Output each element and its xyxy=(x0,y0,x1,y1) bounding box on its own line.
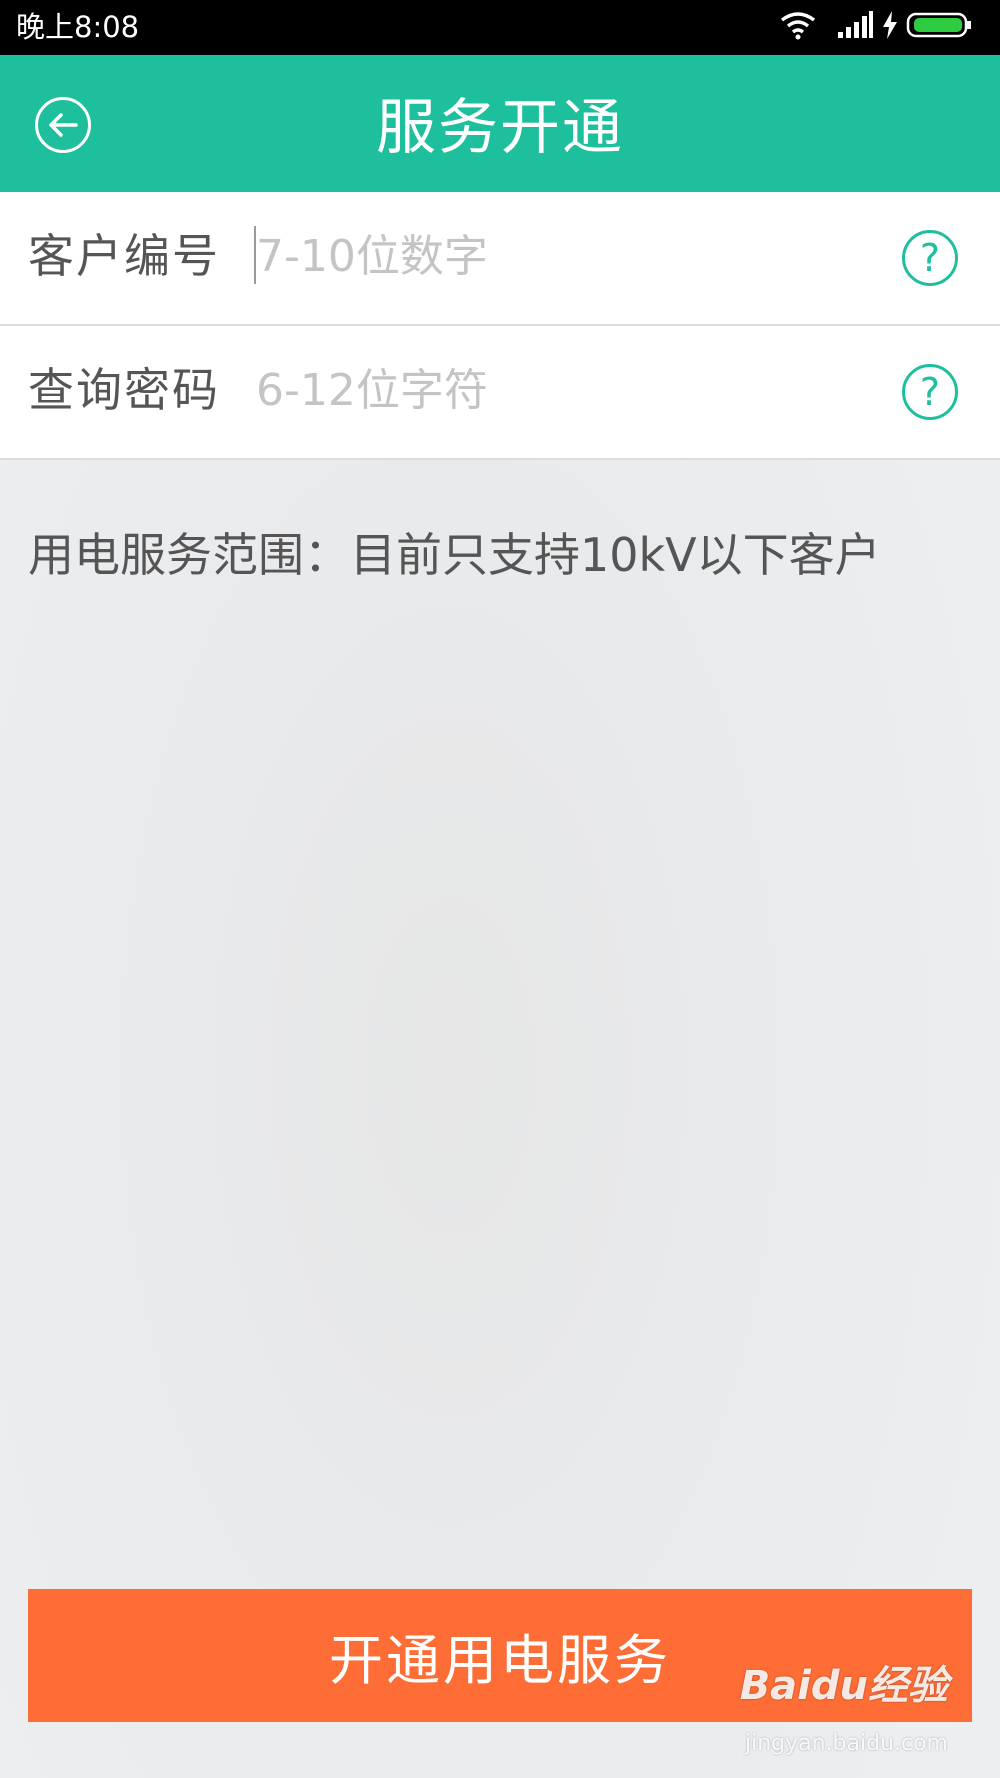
customer-number-label: 客户编号 xyxy=(28,229,220,283)
help-icon[interactable]: ? xyxy=(902,364,958,420)
wifi-icon xyxy=(780,12,816,40)
status-bar: 晚上8:08 xyxy=(0,0,1000,55)
watermark-logo: Baidu经验 xyxy=(739,1663,948,1709)
watermark-url: jingyan.baidu.com xyxy=(744,1731,948,1756)
signal-icon xyxy=(838,11,873,38)
query-password-label: 查询密码 xyxy=(28,363,220,417)
customer-number-row: 客户编号 ? xyxy=(0,192,1000,326)
query-password-row: 查询密码 ? xyxy=(0,326,1000,460)
query-password-input[interactable] xyxy=(256,359,876,421)
customer-number-input[interactable] xyxy=(256,225,876,287)
charging-icon xyxy=(883,11,897,39)
battery-icon xyxy=(906,12,971,38)
help-icon[interactable]: ? xyxy=(902,230,958,286)
title-bar: 服务开通 xyxy=(0,55,1000,192)
page-title: 服务开通 xyxy=(376,93,624,163)
service-scope-notice: 用电服务范围：目前只支持10kV以下客户 xyxy=(28,528,881,582)
status-time: 晚上8:08 xyxy=(16,10,140,44)
